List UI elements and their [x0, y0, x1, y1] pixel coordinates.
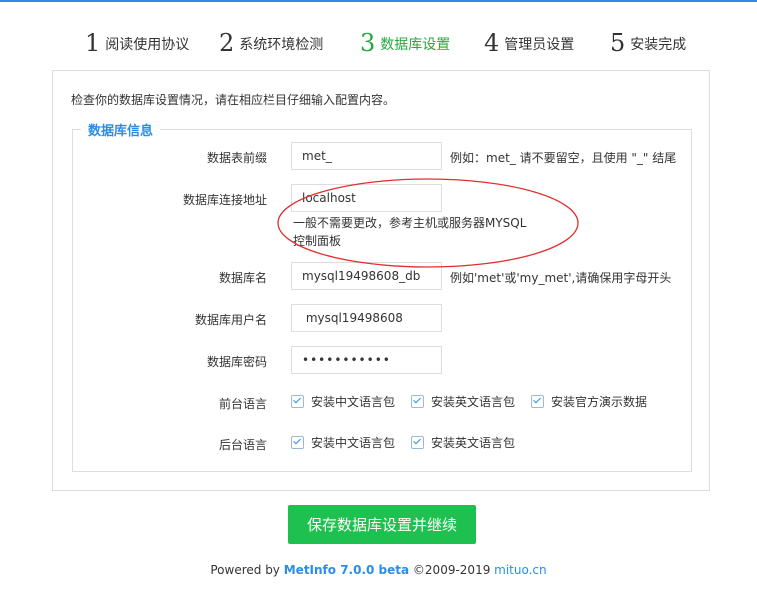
step-4: 4 管理员设置 — [484, 22, 574, 58]
front-lang-en-checkbox[interactable]: 安装英文语言包 — [411, 393, 515, 410]
dbuser-input[interactable]: mysql19498608 — [291, 304, 442, 332]
checkbox-label: 安装官方演示数据 — [551, 395, 648, 409]
step-5: 5 安装完成 — [610, 22, 686, 58]
checkbox-label: 安装英文语言包 — [431, 395, 516, 409]
checkbox-checked-icon[interactable] — [411, 395, 424, 408]
step-label: 管理员设置 — [504, 37, 575, 53]
step-label: 数据库设置 — [380, 37, 451, 53]
checkbox-checked-icon[interactable] — [291, 395, 304, 408]
dbpassword-input[interactable]: ••••••••••• — [291, 346, 442, 374]
front-lang-cn-checkbox[interactable]: 安装中文语言包 — [291, 393, 395, 410]
checkbox-label: 安装中文语言包 — [311, 395, 396, 409]
footer-site-link[interactable]: mituo.cn — [494, 563, 546, 577]
step-number: 3 — [360, 29, 376, 57]
footer-brand-link[interactable]: MetInfo 7.0.0 beta — [284, 563, 409, 577]
intro-text: 检查你的数据库设置情况，请在相应栏目仔细输入配置内容。 — [71, 93, 396, 107]
front-lang-label: 前台语言 — [218, 397, 267, 411]
save-and-continue-button[interactable]: 保存数据库设置并继续 — [288, 505, 476, 544]
step-label: 系统环境检测 — [239, 37, 324, 53]
checkbox-checked-icon[interactable] — [291, 436, 304, 449]
step-label: 安装完成 — [630, 37, 687, 53]
dbuser-label: 数据库用户名 — [194, 313, 267, 327]
host-label: 数据库连接地址 — [182, 193, 267, 207]
checkbox-checked-icon[interactable] — [531, 395, 544, 408]
front-demo-data-checkbox[interactable]: 安装官方演示数据 — [531, 393, 647, 410]
step-2: 2 系统环境检测 — [219, 22, 323, 58]
footer-prefix: Powered by — [210, 563, 284, 577]
back-lang-cn-checkbox[interactable]: 安装中文语言包 — [291, 434, 395, 451]
checkbox-label: 安装中文语言包 — [311, 436, 396, 450]
footer-copyright: ©2009-2019 — [409, 563, 495, 577]
footer: Powered by MetInfo 7.0.0 beta ©2009-2019… — [0, 563, 757, 577]
step-number: 1 — [85, 29, 101, 57]
dbname-label: 数据库名 — [218, 271, 267, 285]
checkbox-label: 安装英文语言包 — [431, 436, 516, 450]
host-hint-line2: 控制面板 — [293, 234, 342, 248]
install-steps: 1 阅读使用协议 2 系统环境检测 3 数据库设置 4 管理员设置 5 安装完成 — [0, 22, 757, 58]
prefix-label: 数据表前缀 — [206, 151, 267, 165]
step-3-active: 3 数据库设置 — [360, 22, 450, 58]
checkbox-checked-icon[interactable] — [411, 436, 424, 449]
back-lang-label: 后台语言 — [218, 438, 267, 452]
database-info-group: 数据库信息 — [72, 120, 692, 472]
step-number: 2 — [219, 29, 235, 57]
host-input[interactable]: localhost — [291, 184, 442, 212]
back-lang-en-checkbox[interactable]: 安装英文语言包 — [411, 434, 515, 451]
database-info-legend: 数据库信息 — [88, 124, 154, 139]
host-hint-line1: 一般不需要更改，参考主机或服务器MYSQL — [293, 216, 527, 230]
step-number: 5 — [610, 29, 626, 57]
dbpassword-label: 数据库密码 — [206, 355, 267, 369]
step-label: 阅读使用协议 — [105, 37, 190, 53]
dbname-hint: 例如'met'或'my_met',请确保用字母开头 — [450, 271, 672, 285]
step-number: 4 — [484, 29, 500, 57]
top-accent-bar — [0, 0, 757, 2]
step-1: 1 阅读使用协议 — [85, 22, 189, 58]
prefix-input[interactable]: met_ — [291, 142, 442, 170]
prefix-hint: 例如：met_ 请不要留空，且使用 "_" 结尾 — [450, 151, 677, 165]
dbname-input[interactable]: mysql19498608_db — [291, 262, 442, 290]
